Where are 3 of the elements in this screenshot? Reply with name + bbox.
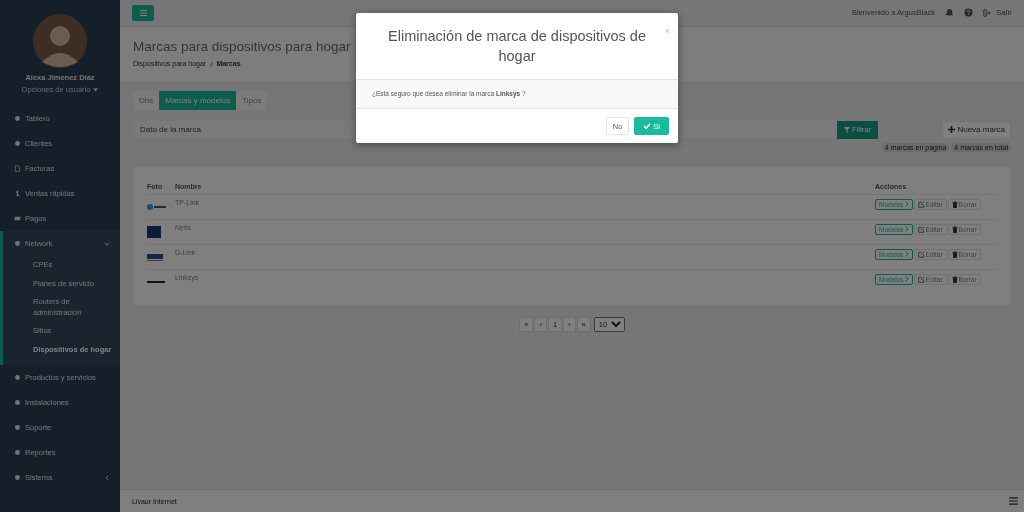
page-title: Marcas para dispositivos para hogar xyxy=(133,38,352,54)
dialog-title: Eliminación de marca de dispositivos de hogar xyxy=(387,27,647,66)
breadcrumb-separator: / xyxy=(210,59,213,69)
